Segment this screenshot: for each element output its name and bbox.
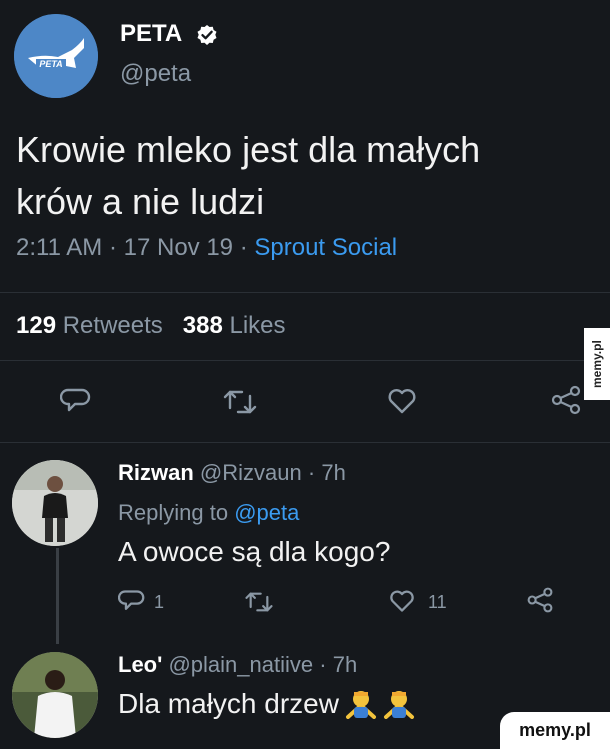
likes-stat[interactable]: 388 Likes: [183, 312, 286, 339]
like-count: 11: [428, 592, 447, 612]
reply-author-name[interactable]: Leo': [118, 652, 162, 677]
reply-author-handle[interactable]: @Rizvaun: [200, 460, 302, 485]
reply-avatar-leo[interactable]: [12, 652, 98, 738]
reply-icon[interactable]: [118, 588, 146, 614]
replying-to-handle-link[interactable]: @peta: [234, 500, 299, 525]
reply-author-handle[interactable]: @plain_natiive: [168, 652, 313, 677]
tweet-meta: 2:11 AM · 17 Nov 19 · Sprout Social: [16, 234, 397, 262]
divider: [0, 442, 610, 443]
tweet-date: 17 Nov 19: [123, 234, 234, 261]
reply-count: 1: [154, 592, 165, 612]
verified-badge-icon: [197, 25, 217, 45]
author-name[interactable]: PETA: [120, 20, 182, 48]
replying-to: Replying to @peta: [118, 500, 299, 526]
tweet-stats: 129 Retweets 388 Likes: [16, 312, 286, 340]
reply-author-name[interactable]: Rizwan: [118, 460, 194, 485]
likes-count: 388: [182, 312, 223, 339]
reply-age: 7h: [332, 652, 358, 677]
reply-avatar-rizwan[interactable]: [12, 460, 98, 546]
divider: [0, 360, 610, 361]
retweets-stat[interactable]: 129 Retweets: [16, 312, 163, 339]
tweet-text-line-1: Krowie mleko jest dla małych: [16, 129, 481, 170]
replying-label: Replying to: [118, 500, 229, 525]
likes-label: Likes: [229, 312, 286, 339]
tweet-text: Krowie mleko jest dla małych krów a nie …: [16, 124, 586, 228]
meta-separator: ·: [108, 234, 124, 261]
person-gesturing-no-emoji-icon: [345, 691, 376, 719]
like-icon[interactable]: [388, 588, 416, 614]
corner-watermark: memy.pl: [500, 712, 610, 749]
retweet-icon[interactable]: [244, 590, 274, 614]
tweet-source-link[interactable]: Sprout Social: [254, 234, 397, 261]
meta-separator: ·: [239, 234, 255, 261]
person-avatar-icon: [12, 652, 98, 738]
peta-logo-icon: PETA: [14, 14, 98, 98]
retweet-icon[interactable]: [222, 388, 258, 416]
author-handle[interactable]: @peta: [120, 60, 191, 88]
like-icon[interactable]: [386, 386, 418, 416]
tweet-text-line-2: krów a nie ludzi: [16, 181, 265, 222]
retweets-count: 129: [16, 312, 57, 339]
share-icon[interactable]: [550, 384, 582, 416]
meta-separator: ·: [319, 652, 327, 677]
thread-connector: [56, 548, 59, 644]
meta-separator: ·: [307, 460, 316, 485]
person-avatar-icon: [12, 460, 98, 546]
peta-avatar[interactable]: PETA: [14, 14, 98, 98]
retweets-label: Retweets: [62, 312, 163, 339]
divider: [0, 292, 610, 293]
share-icon[interactable]: [526, 586, 554, 614]
reply-text: A owoce są dla kogo?: [118, 536, 391, 567]
reply-text: Dla małych drzew: [118, 688, 339, 719]
person-gesturing-no-emoji-icon: [383, 691, 414, 719]
reply-header: Leo' @plain_natiive · 7h: [118, 652, 357, 678]
reply-text-row: Dla małych drzew: [118, 688, 415, 720]
reply-header: Rizwan @Rizvaun · 7h: [118, 460, 346, 486]
logo-text: PETA: [39, 59, 62, 69]
side-watermark: memy.pl: [584, 328, 610, 400]
reply-age: 7h: [321, 460, 346, 485]
reply-icon[interactable]: [60, 386, 92, 416]
tweet-time: 2:11 AM: [16, 234, 103, 261]
